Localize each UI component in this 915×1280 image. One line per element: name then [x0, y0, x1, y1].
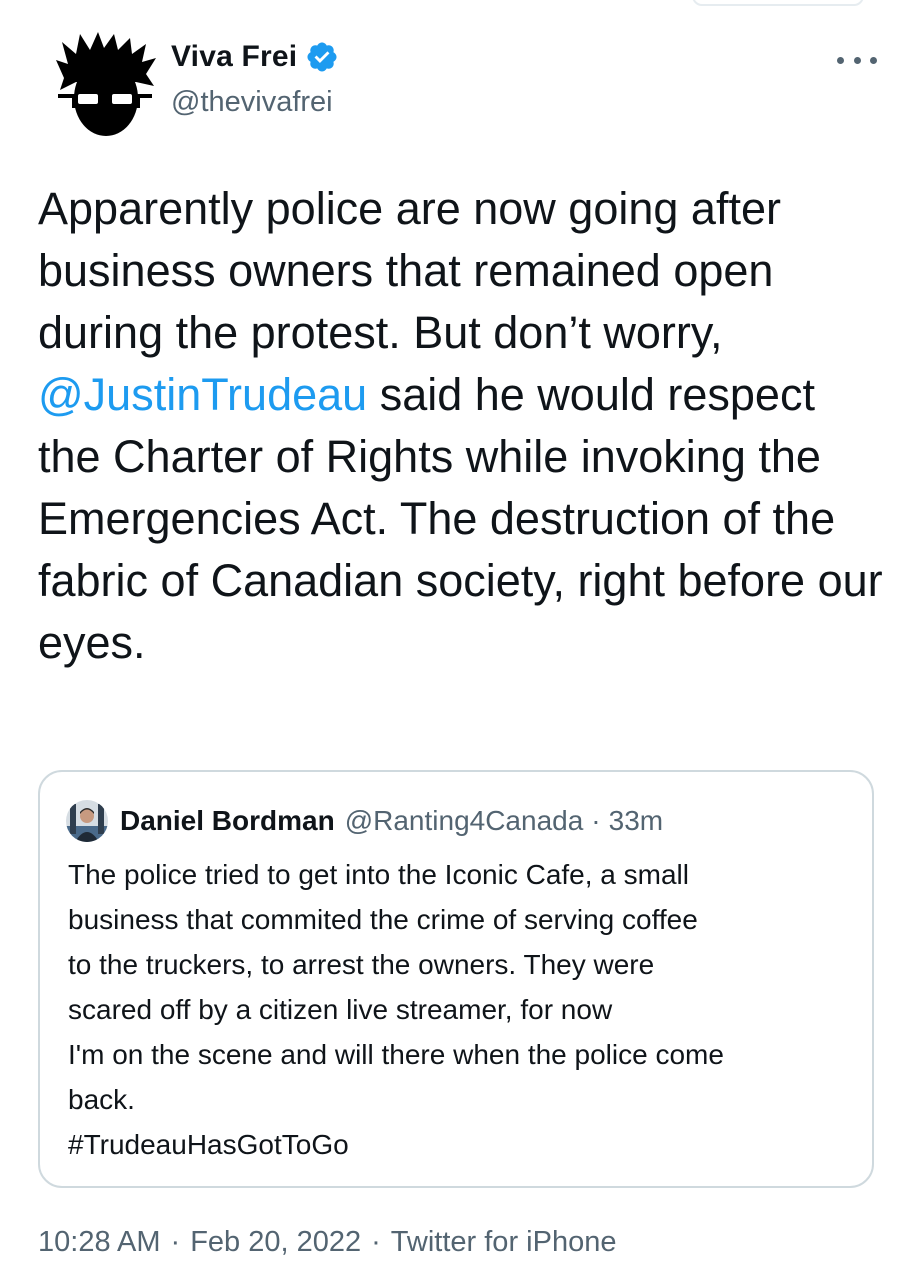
quoted-text-line: scared off by a citizen live streamer, f…: [68, 994, 613, 1025]
more-options-icon[interactable]: [837, 50, 877, 70]
tweet-header: Viva Frei @thevivafrei: [38, 30, 877, 140]
author-name-row: Viva Frei: [171, 40, 339, 74]
tweet-time[interactable]: 10:28 AM: [38, 1226, 161, 1258]
quoted-tweet-card[interactable]: Daniel Bordman @Ranting4Canada · 33m The…: [38, 770, 874, 1188]
meta-separator: ·: [170, 1226, 181, 1258]
mention-link[interactable]: @JustinTrudeau: [38, 369, 367, 420]
tweet-source[interactable]: Twitter for iPhone: [391, 1226, 617, 1258]
quoted-author-avatar: [66, 800, 108, 842]
quoted-hashtag[interactable]: #TrudeauHasGotToGo: [68, 1122, 858, 1167]
quoted-text-line: back.: [68, 1084, 135, 1115]
previous-element-edge: [692, 0, 864, 6]
author-avatar[interactable]: [46, 30, 166, 140]
quoted-author-handle: @Ranting4Canada: [344, 805, 584, 836]
meta-separator: ·: [371, 1226, 381, 1258]
tweet-text-part1: Apparently police are now going after bu…: [38, 183, 781, 358]
quoted-tweet-text: The police tried to get into the Iconic …: [68, 852, 858, 1167]
quoted-author-name: Daniel Bordman: [120, 805, 335, 836]
more-dot: [853, 56, 861, 64]
author-display-name[interactable]: Viva Frei: [171, 40, 297, 74]
verified-badge-icon: [305, 40, 339, 74]
tweet-detail-screen: Viva Frei @thevivafrei Apparently police…: [0, 0, 915, 1280]
quoted-text-line: to the truckers, to arrest the owners. T…: [68, 949, 655, 980]
quoted-time: 33m: [608, 805, 664, 836]
tweet-metadata: 10:28 AM · Feb 20, 2022 · Twitter for iPhone: [38, 1226, 616, 1259]
quoted-tweet-header: Daniel Bordman @Ranting4Canada · 33m: [66, 800, 663, 842]
more-dot: [837, 56, 844, 64]
author-handle[interactable]: @thevivafrei: [171, 86, 333, 119]
quoted-text-line: The police tried to get into the Iconic …: [68, 859, 689, 890]
tweet-text: Apparently police are now going after bu…: [38, 178, 888, 674]
quoted-text-line: business that commited the crime of serv…: [68, 904, 698, 935]
quoted-separator: ·: [591, 805, 601, 836]
more-dot: [870, 56, 877, 64]
quoted-text-line: I'm on the scene and will there when the…: [68, 1039, 724, 1070]
tweet-date[interactable]: Feb 20, 2022: [190, 1226, 361, 1258]
spiky-hair-sunglasses-avatar-icon: [56, 32, 156, 136]
